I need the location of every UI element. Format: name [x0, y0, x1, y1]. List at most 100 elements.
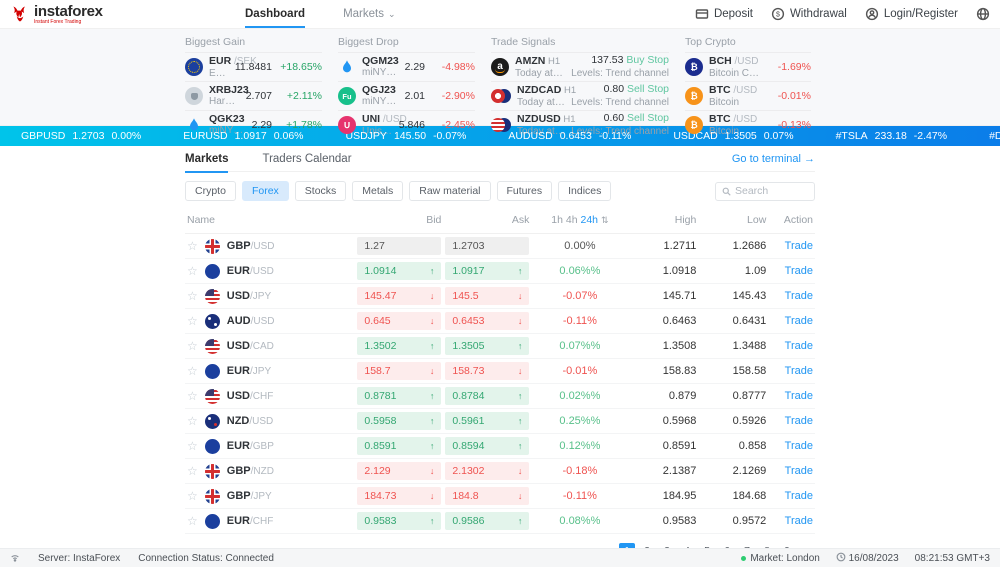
arrow-down-icon: ↓ [518, 466, 523, 476]
favorite-star-icon[interactable]: ☆ [187, 364, 198, 378]
bid-value[interactable]: 1.3502↑ [357, 337, 441, 355]
instrument-subname: Euro [209, 68, 229, 80]
table-row: ☆USD/JPY145.47↓145.5↓-0.07%145.71145.43T… [185, 284, 815, 309]
favorite-star-icon[interactable]: ☆ [187, 464, 198, 478]
bid-value[interactable]: 0.5958↑ [357, 412, 441, 430]
ask-value[interactable]: 2.1302↓ [445, 462, 529, 480]
period-1h[interactable]: 1h [551, 214, 563, 226]
bid-value[interactable]: 0.8591↑ [357, 437, 441, 455]
favorite-star-icon[interactable]: ☆ [187, 289, 198, 303]
widget-list-item[interactable]: ₿BCH /USDBitcoin Cas...-1.69% [685, 52, 811, 81]
ticker-item[interactable]: USDCAD1.35050.07% [652, 130, 814, 142]
favorite-star-icon[interactable]: ☆ [187, 414, 198, 428]
bid-value[interactable]: 2.129↓ [357, 462, 441, 480]
trade-link[interactable]: Trade [785, 365, 813, 377]
trade-link[interactable]: Trade [785, 240, 813, 252]
ask-value[interactable]: 0.9586↑ [445, 512, 529, 530]
favorite-star-icon[interactable]: ☆ [187, 239, 198, 253]
instrument-name: QGM23miNY Natura... [362, 55, 399, 79]
instrument-cell: ☆EUR/JPY [187, 364, 353, 379]
header-action-withdrawal[interactable]: $Withdrawal [771, 7, 847, 21]
trade-link[interactable]: Trade [785, 340, 813, 352]
filter-forex[interactable]: Forex [242, 181, 289, 201]
filter-indices[interactable]: Indices [558, 181, 611, 201]
trade-link[interactable]: Trade [785, 465, 813, 477]
nav-markets[interactable]: Markets⌄ [343, 0, 395, 28]
go-to-terminal-link[interactable]: Go to terminal → [732, 153, 815, 165]
tab-traders-calendar[interactable]: Traders Calendar [262, 146, 351, 172]
period-24h[interactable]: 24h [581, 214, 599, 226]
bid-value[interactable]: 0.9583↑ [357, 512, 441, 530]
widget-title: Trade Signals [491, 33, 669, 52]
col-change-period[interactable]: 1h 4h 24h ⇅ [531, 208, 628, 234]
bid-value[interactable]: 1.27 [357, 237, 441, 255]
favorite-star-icon[interactable]: ☆ [187, 264, 198, 278]
filter-raw-material[interactable]: Raw material [409, 181, 490, 201]
trade-link[interactable]: Trade [785, 515, 813, 527]
bid-value[interactable]: 0.645↓ [357, 312, 441, 330]
tab-markets[interactable]: Markets [185, 146, 228, 172]
arrow-down-icon: ↓ [518, 366, 523, 376]
arrow-up-icon: ↑ [518, 441, 523, 451]
nav-dashboard[interactable]: Dashboard [245, 0, 305, 28]
globe-icon[interactable] [976, 7, 990, 21]
top-crypto-widget: Top Crypto₿BCH /USDBitcoin Cas...-1.69%₿… [685, 33, 811, 139]
header-action-login-register[interactable]: Login/Register [865, 7, 958, 21]
col-bid: Bid [355, 208, 443, 234]
ask-value[interactable]: 1.3505↑ [445, 337, 529, 355]
search-box[interactable] [715, 182, 815, 201]
trade-link[interactable]: Trade [785, 490, 813, 502]
widget-list-item[interactable]: XRBJ23Harbor Gaso...2.707+2.11% [185, 81, 322, 110]
sort-icon[interactable]: ⇅ [601, 215, 609, 225]
ticker-item[interactable]: #DIS87.07-0.98% [968, 130, 1000, 142]
ticker-item[interactable]: #TSLA233.18-2.47% [815, 130, 969, 142]
trade-link[interactable]: Trade [785, 415, 813, 427]
ask-value[interactable]: 0.8784↑ [445, 387, 529, 405]
bid-value[interactable]: 158.7↓ [357, 362, 441, 380]
ask-value[interactable]: 0.6453↓ [445, 312, 529, 330]
filter-crypto[interactable]: Crypto [185, 181, 236, 201]
change-24h: -0.01% [531, 359, 628, 384]
ask-value[interactable]: 0.5961↑ [445, 412, 529, 430]
period-4h[interactable]: 4h [566, 214, 578, 226]
ask-value[interactable]: 184.8↓ [445, 487, 529, 505]
eu-flag-icon [205, 264, 220, 279]
widget-list-item[interactable]: ₿BTC /USDBitcoin-0.01% [685, 81, 811, 110]
trade-link[interactable]: Trade [785, 290, 813, 302]
trade-link[interactable]: Trade [785, 440, 813, 452]
bid-value[interactable]: 0.8781↑ [357, 387, 441, 405]
us-flag-icon [205, 389, 220, 404]
favorite-star-icon[interactable]: ☆ [187, 389, 198, 403]
widget-list-item[interactable]: QGM23miNY Natura...2.29-4.98% [338, 52, 475, 81]
favorite-star-icon[interactable]: ☆ [187, 439, 198, 453]
trade-signal-item[interactable]: aAMZN H1Today at 22:30137.53 Buy StopLev… [491, 52, 669, 81]
filter-stocks[interactable]: Stocks [295, 181, 347, 201]
widget-list-item[interactable]: EUR /SEKEuro11.8481+18.65% [185, 52, 322, 81]
ticker-item[interactable]: GBPUSD1.27030.00% [0, 130, 162, 142]
instaforex-logo[interactable]: instaforex Instant Forex Trading [10, 4, 185, 25]
ask-value[interactable]: 145.5↓ [445, 287, 529, 305]
bid-value[interactable]: 184.73↓ [357, 487, 441, 505]
trade-link[interactable]: Trade [785, 315, 813, 327]
favorite-star-icon[interactable]: ☆ [187, 514, 198, 528]
trade-link[interactable]: Trade [785, 265, 813, 277]
ticker-item[interactable]: AUDUSD0.6453-0.11% [487, 130, 652, 142]
bid-value[interactable]: 1.0914↑ [357, 262, 441, 280]
widget-list-item[interactable]: FuQGJ23miNY Natura...2.01-2.90% [338, 81, 475, 110]
favorite-star-icon[interactable]: ☆ [187, 339, 198, 353]
table-row: ☆NZD/USD0.5958↑0.5961↑0.25%%0.59680.5926… [185, 409, 815, 434]
ask-value[interactable]: 0.8594↑ [445, 437, 529, 455]
filter-futures[interactable]: Futures [497, 181, 553, 201]
header-action-deposit[interactable]: Deposit [695, 7, 753, 21]
bid-value[interactable]: 145.47↓ [357, 287, 441, 305]
ask-value[interactable]: 158.73↓ [445, 362, 529, 380]
trade-link[interactable]: Trade [785, 390, 813, 402]
filter-metals[interactable]: Metals [352, 181, 403, 201]
favorite-star-icon[interactable]: ☆ [187, 314, 198, 328]
ask-value[interactable]: 1.0917↑ [445, 262, 529, 280]
search-input[interactable] [735, 185, 805, 197]
ask-value[interactable]: 1.2703 [445, 237, 529, 255]
favorite-star-icon[interactable]: ☆ [187, 489, 198, 503]
instrument-cell: ☆EUR/GBP [187, 439, 353, 454]
trade-signal-item[interactable]: NZDCAD H1Today at 06:190.80 Sell StopLev… [491, 81, 669, 110]
